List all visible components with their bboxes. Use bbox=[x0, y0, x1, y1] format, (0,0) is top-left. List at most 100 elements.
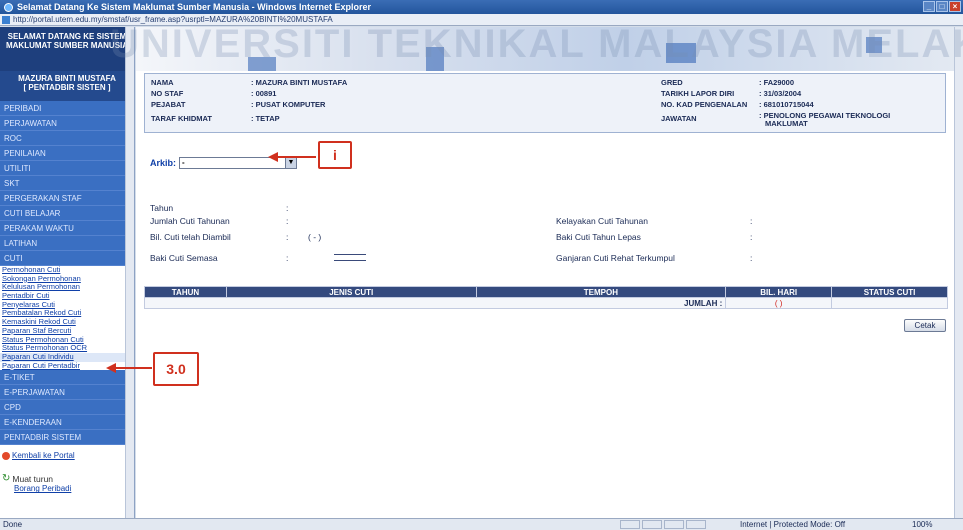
menu-item-penilaian[interactable]: PENILAIAN bbox=[0, 146, 134, 161]
user-name: MAZURA BINTI MUSTAFA bbox=[18, 74, 116, 83]
back-to-portal-link[interactable]: Kembali ke Portal bbox=[2, 451, 132, 460]
sidebar-scrollbar[interactable] bbox=[125, 27, 134, 518]
baki-line-top bbox=[334, 254, 366, 255]
download-label: Muat turun bbox=[12, 474, 54, 485]
arkib-label: Arkib: bbox=[150, 158, 177, 168]
kp-value: : 681010715044 bbox=[759, 100, 814, 109]
maximize-button[interactable]: □ bbox=[936, 1, 948, 12]
baki-cuti-label: Baki Cuti Semasa bbox=[150, 253, 218, 263]
menu-item-pentadbir-sistem[interactable]: PENTADBIR SISTEM bbox=[0, 430, 134, 446]
baki-lepas-label: Baki Cuti Tahun Lepas bbox=[556, 232, 641, 242]
callout-3-arrow bbox=[106, 363, 152, 373]
jumlah-status-cell bbox=[831, 297, 948, 309]
menu-item-pergerakan-staf[interactable]: PERGERAKAN STAF bbox=[0, 191, 134, 206]
sidebar-menu: PERIBADI PERJAWATAN ROC PENILAIAN UTILIT… bbox=[0, 101, 134, 266]
menu-item-perakam-waktu[interactable]: PERAKAM WAKTU bbox=[0, 221, 134, 236]
sidebar: SELAMAT DATANG KE SISTEM MAKLUMAT SUMBER… bbox=[0, 27, 135, 518]
portal-icon bbox=[2, 451, 10, 460]
col-tahun: TAHUN bbox=[144, 286, 227, 298]
kelayakan-colon: : bbox=[750, 216, 753, 226]
menu-item-utiliti[interactable]: UTILITI bbox=[0, 161, 134, 176]
status-text: Done bbox=[3, 520, 23, 529]
address-url[interactable]: http://portal.utem.edu.my/smstaf/usr_fra… bbox=[13, 15, 333, 24]
baki-cuti-colon: : bbox=[286, 253, 289, 263]
tahun-colon: : bbox=[286, 203, 289, 213]
staff-info-panel: NAMA : MAZURA BINTI MUSTAFA GRED : FA290… bbox=[144, 73, 946, 133]
minimize-button[interactable]: _ bbox=[923, 1, 935, 12]
menu-item-cuti-belajar[interactable]: CUTI BELAJAR bbox=[0, 206, 134, 221]
taraf-label: TARAF KHIDMAT bbox=[151, 114, 212, 123]
menu-item-peribadi[interactable]: PERIBADI bbox=[0, 101, 134, 116]
print-button[interactable]: Cetak bbox=[904, 319, 946, 332]
sidebar-header: SELAMAT DATANG KE SISTEM MAKLUMAT SUMBER… bbox=[0, 27, 134, 71]
status-bar: Done Internet | Protected Mode: Off 100% bbox=[0, 518, 963, 530]
menu-item-latihan[interactable]: LATIHAN bbox=[0, 236, 134, 251]
arkib-selected-value: - bbox=[182, 158, 185, 167]
sidebar-menu-2: E-TIKET E-PERJAWATAN CPD E-KENDERAAN PEN… bbox=[0, 370, 134, 446]
menu-item-cuti[interactable]: CUTI bbox=[0, 251, 134, 266]
taraf-value: : TETAP bbox=[251, 114, 280, 123]
nama-label: NAMA bbox=[151, 78, 174, 87]
col-tempoh: TEMPOH bbox=[475, 286, 727, 298]
tarikh-value: : 31/03/2004 bbox=[759, 89, 802, 98]
jumlah-cuti-colon: : bbox=[286, 216, 289, 226]
address-bar[interactable]: http://portal.utem.edu.my/smstaf/usr_fra… bbox=[0, 14, 963, 26]
bil-cuti-value: ( - ) bbox=[308, 232, 322, 242]
gred-value: : FA29000 bbox=[759, 78, 795, 87]
portal-link-label: Kembali ke Portal bbox=[12, 451, 75, 461]
window-controls: _ □ × bbox=[923, 1, 961, 12]
tahun-label: Tahun bbox=[150, 203, 174, 213]
callout-i: i bbox=[318, 141, 352, 169]
zoom-level[interactable]: 100% bbox=[912, 520, 932, 529]
jumlah-value: ( ) bbox=[725, 297, 833, 309]
menu-item-e-perjawatan[interactable]: E-PERJAWATAN bbox=[0, 385, 134, 401]
gred-label: GRED bbox=[661, 78, 683, 87]
window-title-bar: Selamat Datang Ke Sistem Maklumat Sumber… bbox=[0, 0, 963, 14]
kp-label: NO. KAD PENGENALAN bbox=[661, 100, 748, 109]
menu-item-roc[interactable]: ROC bbox=[0, 131, 134, 146]
main-scrollbar[interactable] bbox=[954, 27, 963, 518]
table-total-row: JUMLAH : ( ) bbox=[143, 297, 948, 309]
sidebar-user: MAZURA BINTI MUSTAFA [ PENTADBIR SISTEN … bbox=[0, 71, 134, 101]
bil-cuti-label: Bil. Cuti telah Diambil bbox=[150, 232, 231, 242]
jawatan-label: JAWATAN bbox=[661, 114, 697, 123]
jawatan-value-line2: MAKLUMAT bbox=[765, 119, 808, 128]
jumlah-cuti-label: Jumlah Cuti Tahunan bbox=[150, 216, 230, 226]
page-icon bbox=[2, 15, 10, 24]
window-title: Selamat Datang Ke Sistem Maklumat Sumber… bbox=[17, 2, 372, 12]
callout-i-arrow bbox=[268, 152, 316, 162]
pejabat-label: PEJABAT bbox=[151, 100, 186, 109]
nostaf-value: : 00891 bbox=[251, 89, 277, 98]
col-bil-hari: BIL. HARI bbox=[725, 286, 833, 298]
ganjaran-label: Ganjaran Cuti Rehat Terkumpul bbox=[556, 253, 675, 263]
ganjaran-colon: : bbox=[750, 253, 753, 263]
sidebar-bottom: Kembali ke Portal ↻ Muat turun Borang Pe… bbox=[0, 445, 134, 493]
borang-peribadi-link[interactable]: Borang Peribadi bbox=[14, 484, 132, 493]
main-content: NAMA : MAZURA BINTI MUSTAFA GRED : FA290… bbox=[136, 27, 954, 518]
pejabat-value: : PUSAT KOMPUTER bbox=[251, 100, 326, 109]
col-status-cuti: STATUS CUTI bbox=[831, 286, 948, 298]
download-section: ↻ Muat turun bbox=[2, 473, 132, 485]
download-icon: ↻ bbox=[2, 473, 11, 485]
header-banner bbox=[136, 27, 954, 71]
ie-icon bbox=[4, 2, 13, 12]
close-button[interactable]: × bbox=[949, 1, 961, 12]
tarikh-label: TARIKH LAPOR DIRI bbox=[661, 89, 735, 98]
baki-lepas-colon: : bbox=[750, 232, 753, 242]
nostaf-label: NO STAF bbox=[151, 89, 184, 98]
leave-table: TAHUN JENIS CUTI TEMPOH BIL. HARI STATUS… bbox=[143, 286, 948, 309]
menu-item-perjawatan[interactable]: PERJAWATAN bbox=[0, 116, 134, 131]
menu-item-skt[interactable]: SKT bbox=[0, 176, 134, 191]
kelayakan-label: Kelayakan Cuti Tahunan bbox=[556, 216, 648, 226]
col-jenis-cuti: JENIS CUTI bbox=[225, 286, 477, 298]
menu-item-e-kenderaan[interactable]: E-KENDERAAN bbox=[0, 415, 134, 431]
user-role: [ PENTADBIR SISTEN ] bbox=[23, 83, 111, 92]
security-zone[interactable]: Internet | Protected Mode: Off bbox=[740, 520, 845, 529]
jumlah-label: JUMLAH : bbox=[143, 297, 727, 309]
cuti-submenu: Permohonan Cuti Sokongan Permohonan Kelu… bbox=[0, 265, 134, 371]
menu-item-cpd[interactable]: CPD bbox=[0, 400, 134, 416]
table-header-row: TAHUN JENIS CUTI TEMPOH BIL. HARI STATUS… bbox=[144, 286, 948, 298]
baki-line-bottom bbox=[334, 260, 366, 261]
callout-3-0: 3.0 bbox=[153, 352, 199, 386]
bil-cuti-colon: : bbox=[286, 232, 289, 242]
